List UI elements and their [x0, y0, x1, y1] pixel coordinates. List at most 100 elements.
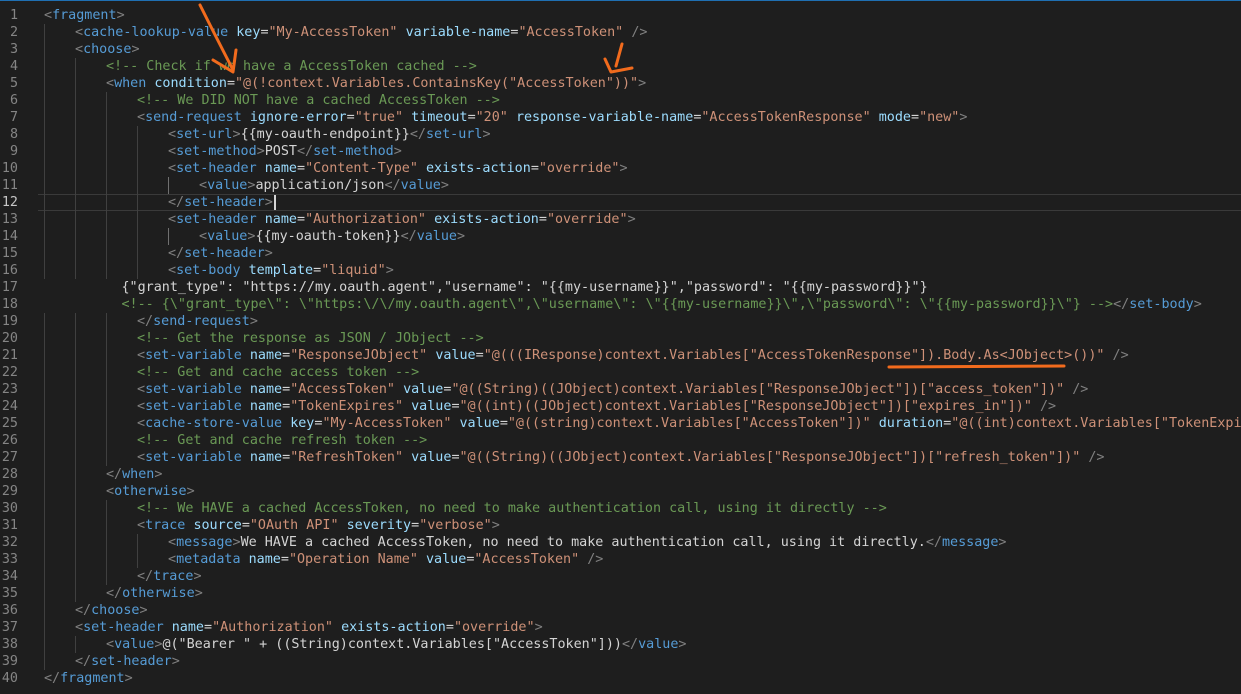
- xml-punctuation: <: [75, 42, 84, 57]
- line-content: <set-header name="Content-Type" exists-a…: [168, 160, 628, 177]
- code-line[interactable]: 19 </send-request>: [0, 313, 1241, 330]
- indent-guide: [44, 636, 45, 653]
- indent-guide: [106, 313, 107, 330]
- indent-guide: [44, 194, 45, 211]
- line-content: <set-method>POST</set-method>: [168, 143, 402, 160]
- line-content: <set-variable name="TokenExpires" value=…: [137, 398, 1056, 415]
- line-content: <set-body template="liquid">: [168, 262, 394, 279]
- xml-tag-name: when: [122, 467, 155, 482]
- code-line[interactable]: 34 </trace>: [0, 568, 1241, 585]
- plain-text: [339, 518, 347, 533]
- string-literal: "Authorization": [212, 620, 333, 635]
- line-content: <otherwise>: [106, 483, 195, 500]
- line-number: 33: [1, 552, 18, 567]
- line-content: <metadata name="Operation Name" value="A…: [168, 551, 603, 568]
- code-line[interactable]: 3 <choose>: [0, 41, 1241, 58]
- line-content: <cache-store-value key="My-AccessToken" …: [137, 415, 1241, 432]
- plain-text: [242, 110, 250, 125]
- code-line[interactable]: 14 <value>{{my-oauth-token}}</value>: [0, 228, 1241, 245]
- code-line[interactable]: 28 </when>: [0, 466, 1241, 483]
- indent-guide: [75, 636, 76, 653]
- code-line[interactable]: 4 <!-- Check if we have a AccessToken cac…: [0, 58, 1241, 75]
- indent-guide: [75, 466, 76, 483]
- line-number: 21: [1, 348, 18, 363]
- code-line[interactable]: 25 <cache-store-value key = "My-AccessToken…: [0, 415, 1241, 432]
- xml-tag-name: message: [941, 535, 999, 550]
- code-line[interactable]: 29 <otherwise>: [0, 483, 1241, 500]
- xml-attribute: name: [171, 620, 204, 635]
- plain-text: [242, 348, 250, 363]
- string-literal: "AccessToken": [474, 552, 580, 567]
- code-line[interactable]: 8 <set-url>{{my-oauth-endpoint}}</set-url…: [0, 126, 1241, 143]
- indent-guide: [44, 245, 45, 262]
- string-literal: "@(!context.Variables.ContainsKey("Acces…: [235, 76, 639, 91]
- indent-guide: [75, 143, 76, 160]
- code-line[interactable]: 20 <!-- Get the response as JSON / JObjec…: [0, 330, 1241, 347]
- line-number: 7: [9, 110, 18, 125]
- indent-guide: [44, 160, 45, 177]
- code-line[interactable]: 2 <cache-lookup-value key="My-AccessToken…: [0, 24, 1241, 41]
- code-line[interactable]: 18 <!-- {\"grant_type\": \"https:\/\/my.o…: [0, 296, 1241, 313]
- code-line[interactable]: 35 </otherwise>: [0, 585, 1241, 602]
- code-line[interactable]: 21 <set-variable name="ResponseJObject" v…: [0, 347, 1241, 364]
- plain-text: [282, 416, 290, 431]
- xml-punctuation: </: [75, 603, 92, 618]
- code-line[interactable]: 22 <!-- Get and cache access token -->: [0, 364, 1241, 381]
- code-line[interactable]: 16 <set-body template="liquid">: [0, 262, 1241, 279]
- code-line[interactable]: 32 <message>We HAVE a cached AccessToken,…: [0, 534, 1241, 551]
- line-number: 26: [1, 433, 18, 448]
- indent-guide: [106, 330, 107, 347]
- code-line[interactable]: 38 <value>@("Bearer " + ((String)context.…: [0, 636, 1241, 653]
- indent-guide: [44, 126, 45, 143]
- indent-guide: [75, 551, 76, 568]
- code-line[interactable]: 31 <trace source="OAuth API" severity="ve…: [0, 517, 1241, 534]
- code-line[interactable]: 30 <!-- We HAVE a cached AccessToken, no …: [0, 500, 1241, 517]
- code-line[interactable]: 27 <set-variable name="RefreshToken" valu…: [0, 449, 1241, 466]
- plain-text: {{my-oauth-token}}: [255, 229, 401, 244]
- code-line[interactable]: 33 <metadata name="Operation Name" value=…: [0, 551, 1241, 568]
- line-content: <!-- Get and cache access token -->: [137, 364, 419, 381]
- code-comment: <!-- Check if we have a AccessToken cach…: [106, 59, 477, 74]
- indent-guide: [75, 330, 76, 347]
- code-line[interactable]: 11 <value>application/json</value>: [0, 177, 1241, 194]
- line-content: <!-- We HAVE a cached AccessToken, no ne…: [137, 500, 887, 517]
- code-line[interactable]: 6 <!-- We DID NOT have a cached AccessTok…: [0, 92, 1241, 109]
- code-line[interactable]: 7 <send-request ignore-error="true" timeo…: [0, 109, 1241, 126]
- code-line[interactable]: 39 </set-header>: [0, 653, 1241, 670]
- xml-punctuation: <: [168, 127, 177, 142]
- code-line[interactable]: 10 <set-header name="Content-Type" exists…: [0, 160, 1241, 177]
- code-line[interactable]: 12 </set-header>: [0, 194, 1241, 211]
- code-line[interactable]: 5 <when condition="@(!context.Variables.C…: [0, 75, 1241, 92]
- code-line[interactable]: 13 <set-header name="Authorization" exist…: [0, 211, 1241, 228]
- indent-guide: [75, 228, 76, 245]
- code-line[interactable]: 23 <set-variable name="AccessToken" value…: [0, 381, 1241, 398]
- code-line[interactable]: 1 <fragment>: [0, 7, 1241, 24]
- xml-punctuation: >: [393, 144, 402, 159]
- code-line[interactable]: 17 {"grant_type": "https://my.oauth.agent…: [0, 279, 1241, 296]
- code-editor[interactable]: 1 <fragment> 2 <cache-lookup-value key="My-…: [0, 0, 1241, 694]
- indent-guide: [75, 415, 76, 432]
- code-line[interactable]: 36 </choose>: [0, 602, 1241, 619]
- indent-guide: [44, 585, 45, 602]
- code-line[interactable]: 24 <set-variable name="TokenExpires" valu…: [0, 398, 1241, 415]
- code-lines[interactable]: 1 <fragment> 2 <cache-lookup-value key="My-…: [0, 7, 1241, 687]
- xml-tag-name: send-request: [145, 110, 242, 125]
- xml-punctuation: >: [627, 212, 636, 227]
- code-line[interactable]: 15 </set-header>: [0, 245, 1241, 262]
- line-number: 36: [1, 603, 18, 618]
- plain-text: [257, 161, 265, 176]
- code-line[interactable]: 26 <!-- Get and cache refresh token -->: [0, 432, 1241, 449]
- indent-guide: [75, 160, 76, 177]
- xml-tag-name: value: [416, 229, 457, 244]
- code-line[interactable]: 40 </fragment>: [0, 670, 1241, 687]
- xml-punctuation: >: [139, 603, 148, 618]
- code-line[interactable]: 9 <set-method>POST</set-method>: [0, 143, 1241, 160]
- indent-guide: [75, 398, 76, 415]
- xml-tag-name: value: [400, 178, 441, 193]
- code-line[interactable]: 37 <set-header name="Authorization" exist…: [0, 619, 1241, 636]
- indent-guide: [106, 194, 107, 211]
- line-number: 8: [9, 127, 18, 142]
- xml-punctuation: <: [106, 637, 115, 652]
- xml-tag-name: cache-store-value: [145, 416, 283, 431]
- xml-attribute: exists-action: [426, 161, 531, 176]
